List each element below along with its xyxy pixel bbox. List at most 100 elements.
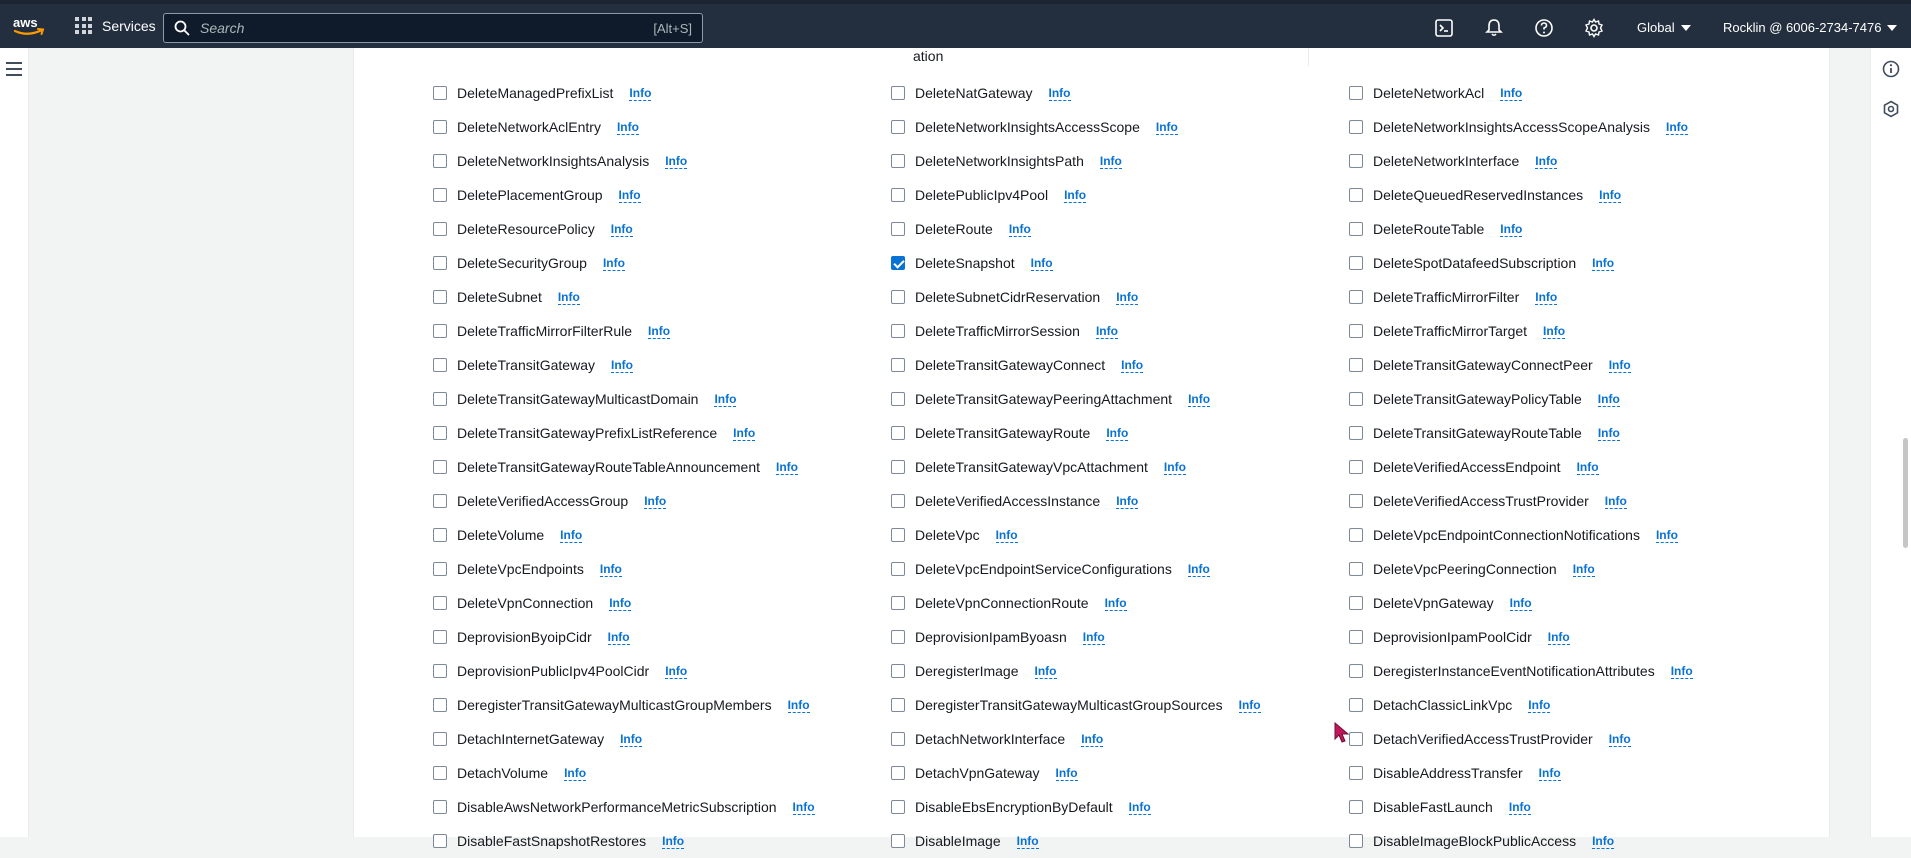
action-label[interactable]: DeleteTransitGatewayPrefixListReference bbox=[457, 425, 717, 441]
action-label[interactable]: DeleteNetworkInsightsPath bbox=[915, 153, 1084, 169]
action-checkbox[interactable] bbox=[433, 800, 447, 814]
action-label[interactable]: DeleteTransitGatewayMulticastDomain bbox=[457, 391, 698, 407]
action-label[interactable]: DetachVpnGateway bbox=[915, 765, 1040, 781]
action-checkbox[interactable] bbox=[891, 596, 905, 610]
action-label[interactable]: DeleteNetworkInterface bbox=[1373, 153, 1519, 169]
info-link[interactable]: Info bbox=[714, 392, 737, 407]
info-link[interactable]: Info bbox=[665, 154, 688, 169]
action-label[interactable]: DetachInternetGateway bbox=[457, 731, 604, 747]
info-link[interactable]: Info bbox=[1538, 766, 1561, 781]
action-label[interactable]: DeregisterTransitGatewayMulticastGroupMe… bbox=[457, 697, 772, 713]
action-checkbox[interactable] bbox=[891, 154, 905, 168]
action-checkbox[interactable] bbox=[891, 222, 905, 236]
action-label[interactable]: DeleteTransitGatewayPolicyTable bbox=[1373, 391, 1582, 407]
action-checkbox[interactable] bbox=[1349, 86, 1363, 100]
action-checkbox[interactable] bbox=[433, 562, 447, 576]
info-link[interactable]: Info bbox=[599, 562, 622, 577]
action-checkbox[interactable] bbox=[433, 154, 447, 168]
info-link[interactable]: Info bbox=[1238, 698, 1261, 713]
info-link[interactable]: Info bbox=[1670, 664, 1693, 679]
action-checkbox[interactable] bbox=[1349, 630, 1363, 644]
notifications-icon[interactable] bbox=[1484, 18, 1504, 38]
action-checkbox[interactable] bbox=[1349, 698, 1363, 712]
info-link[interactable]: Info bbox=[792, 800, 815, 815]
action-checkbox[interactable] bbox=[1349, 154, 1363, 168]
info-link[interactable]: Info bbox=[1030, 256, 1053, 271]
action-checkbox[interactable] bbox=[891, 834, 905, 848]
hamburger-icon[interactable] bbox=[6, 62, 22, 76]
info-link[interactable]: Info bbox=[1608, 732, 1631, 747]
action-label[interactable]: DeleteNatGateway bbox=[915, 85, 1033, 101]
action-label[interactable]: DeleteSnapshot bbox=[915, 255, 1015, 271]
action-label[interactable]: DeleteSpotDatafeedSubscription bbox=[1373, 255, 1576, 271]
info-link[interactable]: Info bbox=[1155, 120, 1178, 135]
action-checkbox[interactable] bbox=[433, 528, 447, 542]
action-checkbox[interactable] bbox=[1349, 800, 1363, 814]
account-menu[interactable]: Rocklin @ 6006-2734-7476 bbox=[1723, 20, 1898, 35]
info-link[interactable]: Info bbox=[1592, 256, 1615, 271]
info-link[interactable]: Info bbox=[620, 732, 643, 747]
info-link[interactable]: Info bbox=[1666, 120, 1689, 135]
info-link[interactable]: Info bbox=[1081, 732, 1104, 747]
info-link[interactable]: Info bbox=[1104, 596, 1127, 611]
action-checkbox[interactable] bbox=[433, 460, 447, 474]
action-checkbox[interactable] bbox=[433, 426, 447, 440]
aws-logo[interactable]: aws bbox=[12, 14, 46, 38]
action-checkbox[interactable] bbox=[433, 698, 447, 712]
info-link[interactable]: Info bbox=[609, 596, 632, 611]
action-checkbox[interactable] bbox=[433, 766, 447, 780]
action-label[interactable]: DisableAddressTransfer bbox=[1373, 765, 1523, 781]
info-link[interactable]: Info bbox=[1655, 528, 1678, 543]
action-checkbox[interactable] bbox=[891, 698, 905, 712]
info-panel-icon[interactable] bbox=[1882, 60, 1900, 78]
action-label[interactable]: DetachVerifiedAccessTrustProvider bbox=[1373, 731, 1593, 747]
action-label[interactable]: DeleteQueuedReservedInstances bbox=[1373, 187, 1583, 203]
action-label[interactable]: DeletePlacementGroup bbox=[457, 187, 603, 203]
action-checkbox[interactable] bbox=[891, 188, 905, 202]
info-link[interactable]: Info bbox=[1608, 358, 1631, 373]
tools-icon[interactable] bbox=[1882, 100, 1900, 118]
action-label[interactable]: DeleteVpcEndpointServiceConfigurations bbox=[915, 561, 1172, 577]
info-link[interactable]: Info bbox=[564, 766, 587, 781]
action-checkbox[interactable] bbox=[1349, 222, 1363, 236]
action-label[interactable]: DisableImageBlockPublicAccess bbox=[1373, 833, 1576, 849]
action-checkbox[interactable] bbox=[433, 256, 447, 270]
action-label[interactable]: DeleteNetworkInsightsAccessScope bbox=[915, 119, 1140, 135]
action-label[interactable]: DeleteManagedPrefixList bbox=[457, 85, 613, 101]
action-checkbox[interactable] bbox=[433, 494, 447, 508]
info-link[interactable]: Info bbox=[1034, 664, 1057, 679]
info-link[interactable]: Info bbox=[1599, 188, 1622, 203]
action-label[interactable]: DeleteTransitGatewayVpcAttachment bbox=[915, 459, 1148, 475]
action-checkbox[interactable] bbox=[891, 256, 905, 270]
services-menu[interactable]: Services bbox=[75, 17, 156, 34]
info-link[interactable]: Info bbox=[1535, 154, 1558, 169]
action-checkbox[interactable] bbox=[891, 800, 905, 814]
info-link[interactable]: Info bbox=[1535, 290, 1558, 305]
action-checkbox[interactable] bbox=[1349, 358, 1363, 372]
scrollbar[interactable] bbox=[1903, 438, 1908, 548]
action-label[interactable]: DeleteVpnConnectionRoute bbox=[915, 595, 1089, 611]
action-checkbox[interactable] bbox=[891, 86, 905, 100]
action-checkbox[interactable] bbox=[433, 664, 447, 678]
action-label[interactable]: DetachVolume bbox=[457, 765, 548, 781]
action-label[interactable]: DeleteNetworkAclEntry bbox=[457, 119, 601, 135]
info-link[interactable]: Info bbox=[1163, 460, 1186, 475]
action-label[interactable]: DisableFastSnapshotRestores bbox=[457, 833, 646, 849]
action-label[interactable]: DeleteVpcEndpoints bbox=[457, 561, 584, 577]
info-link[interactable]: Info bbox=[618, 188, 641, 203]
action-label[interactable]: DeleteTransitGatewayRouteTable bbox=[1373, 425, 1582, 441]
action-checkbox[interactable] bbox=[1349, 324, 1363, 338]
info-link[interactable]: Info bbox=[1188, 392, 1211, 407]
action-checkbox[interactable] bbox=[891, 358, 905, 372]
action-label[interactable]: DeleteRouteTable bbox=[1373, 221, 1484, 237]
action-label[interactable]: DeleteVerifiedAccessGroup bbox=[457, 493, 628, 509]
action-checkbox[interactable] bbox=[433, 834, 447, 848]
action-checkbox[interactable] bbox=[1349, 290, 1363, 304]
action-label[interactable]: DeleteVerifiedAccessTrustProvider bbox=[1373, 493, 1589, 509]
action-checkbox[interactable] bbox=[1349, 188, 1363, 202]
info-link[interactable]: Info bbox=[1128, 800, 1151, 815]
action-checkbox[interactable] bbox=[891, 460, 905, 474]
action-checkbox[interactable] bbox=[1349, 732, 1363, 746]
cloudshell-icon[interactable] bbox=[1434, 18, 1454, 38]
action-checkbox[interactable] bbox=[1349, 528, 1363, 542]
